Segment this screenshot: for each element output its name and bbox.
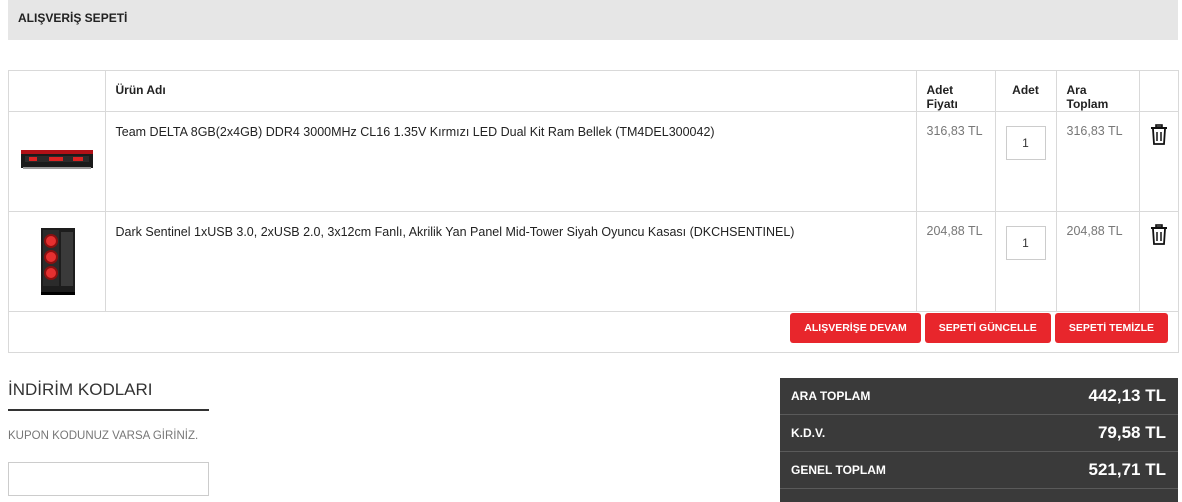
- clear-cart-button[interactable]: SEPETİ TEMİZLE: [1054, 313, 1168, 343]
- coupon-input[interactable]: [8, 462, 209, 496]
- delete-cell: [1139, 111, 1179, 212]
- quantity-input[interactable]: [1005, 126, 1046, 160]
- delete-cell: [1139, 211, 1179, 312]
- column-header-name: Ürün Adı: [105, 71, 917, 112]
- update-cart-button[interactable]: SEPETİ GÜNCELLE: [924, 313, 1051, 343]
- discount-title-underline: [8, 409, 209, 411]
- cart-header-row: Ürün Adı Adet Fiyatı Adet Ara Toplam: [9, 71, 1179, 112]
- product-name[interactable]: Dark Sentinel 1xUSB 3.0, 2xUSB 2.0, 3x12…: [105, 211, 917, 312]
- quantity-cell: [995, 111, 1057, 212]
- row-subtotal: 204,88 TL: [1056, 211, 1140, 312]
- column-header-unit-price: Adet Fiyatı: [916, 71, 996, 112]
- grand-total-value: 521,71 TL: [1088, 460, 1167, 479]
- trash-icon[interactable]: [1150, 124, 1168, 146]
- trash-icon[interactable]: [1150, 224, 1168, 246]
- product-image-cell: [9, 211, 106, 312]
- quantity-input[interactable]: [1005, 226, 1046, 260]
- row-subtotal: 316,83 TL: [1056, 111, 1140, 212]
- continue-shopping-button[interactable]: ALIŞVERİŞE DEVAM: [790, 313, 921, 343]
- table-row: Team DELTA 8GB(2x4GB) DDR4 3000MHz CL16 …: [9, 111, 1179, 212]
- tax-label: K.D.V.: [791, 426, 826, 440]
- column-header-subtotal: Ara Toplam: [1056, 71, 1140, 112]
- column-header-image: [9, 71, 106, 112]
- totals-row-grand: GENEL TOPLAM 521,71 TL: [780, 452, 1178, 489]
- subtotal-value: 442,13 TL: [1088, 386, 1167, 405]
- unit-price: 204,88 TL: [916, 211, 996, 312]
- table-row: Dark Sentinel 1xUSB 3.0, 2xUSB 2.0, 3x12…: [9, 211, 1179, 312]
- subtotal-label: ARA TOPLAM: [791, 389, 871, 403]
- column-header-qty: Adet: [995, 71, 1057, 112]
- coupon-hint: KUPON KODUNUZ VARSA GİRİNİZ.: [8, 430, 199, 442]
- ram-module-image[interactable]: [19, 112, 95, 208]
- column-header-delete: [1139, 71, 1179, 112]
- cart-table-container: Ürün Adı Adet Fiyatı Adet Ara Toplam Tea…: [8, 70, 1179, 353]
- product-image-cell: [9, 111, 106, 212]
- unit-price: 316,83 TL: [916, 111, 996, 212]
- totals-panel: ARA TOPLAM 442,13 TL K.D.V. 79,58 TL GEN…: [780, 378, 1178, 502]
- cart-table: Ürün Adı Adet Fiyatı Adet Ara Toplam Tea…: [9, 71, 1179, 312]
- product-name[interactable]: Team DELTA 8GB(2x4GB) DDR4 3000MHz CL16 …: [105, 111, 917, 212]
- grand-total-label: GENEL TOPLAM: [791, 463, 886, 477]
- cart-actions: ALIŞVERİŞE DEVAM SEPETİ GÜNCELLE SEPETİ …: [790, 313, 1168, 343]
- tax-value: 79,58 TL: [1097, 423, 1166, 442]
- discount-title: İNDİRİM KODLARI: [8, 380, 153, 399]
- totals-row-subtotal: ARA TOPLAM 442,13 TL: [780, 378, 1178, 415]
- quantity-cell: [995, 211, 1057, 312]
- totals-row-tax: K.D.V. 79,58 TL: [780, 415, 1178, 452]
- pc-case-image[interactable]: [19, 212, 95, 308]
- page-title: ALIŞVERİŞ SEPETİ: [8, 0, 1178, 40]
